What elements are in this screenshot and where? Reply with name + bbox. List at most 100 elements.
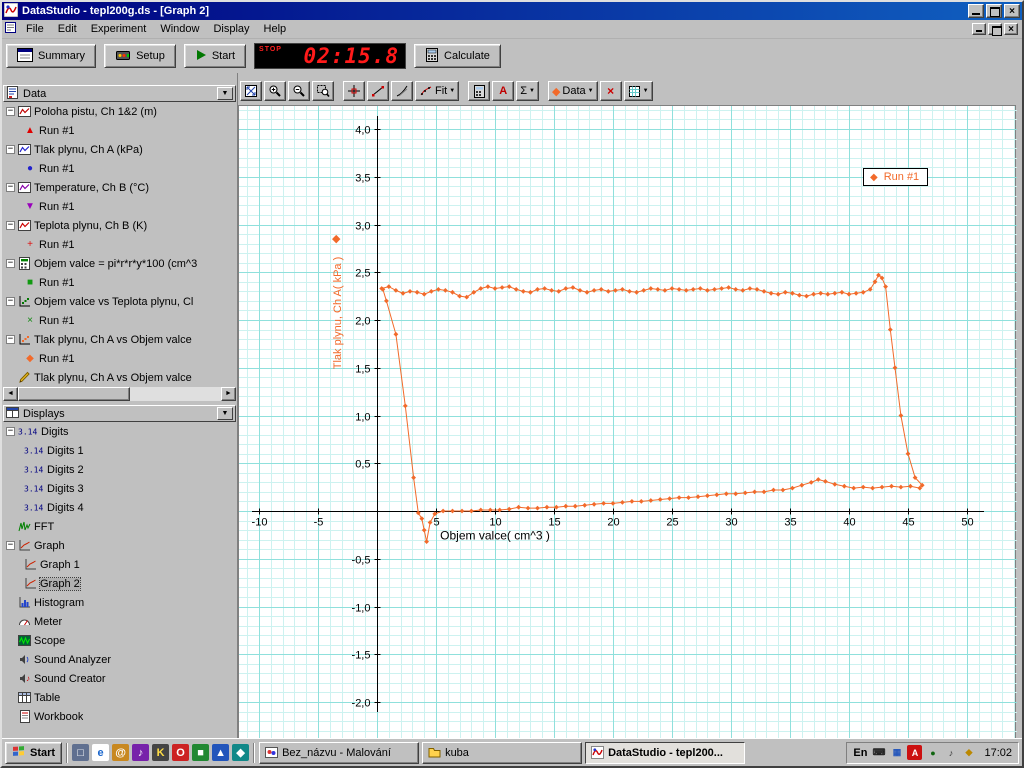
data-source-item[interactable]: − Teplota plynu, Ch B (K) [2,216,237,235]
hscroll-thumb[interactable] [18,387,130,401]
tangent-tool-button[interactable] [391,81,413,101]
display-type-item[interactable]: Scope [2,631,237,650]
data-menu-button[interactable]: ◆ Data ▼ [547,81,598,101]
display-type-item[interactable]: FFT [2,517,237,536]
hscroll-left-button[interactable]: ◄ [3,387,18,401]
quick-launch-media-player-icon[interactable]: ♪ [132,744,150,761]
data-source-item[interactable]: − Tlak plynu, Ch A vs Objem valce [2,330,237,349]
display-type-item[interactable]: − Graph [2,536,237,555]
data-panel-header[interactable]: Data ▼ [3,85,236,102]
keyboard-layout-indicator[interactable]: En [853,747,867,759]
data-source-item[interactable]: − Objem valce = pi*r*r*y*100 (cm^3 [2,254,237,273]
display-instance-item[interactable]: 3.14 Digits 1 [2,441,237,460]
tray-keyboard-icon[interactable]: ⌨ [871,745,887,760]
displays-panel-header[interactable]: Displays ▼ [3,405,236,422]
quick-launch-desktop-icon[interactable]: □ [72,744,90,761]
text-tool-button[interactable]: A [492,81,515,101]
mdi-minimize-button[interactable] [972,23,986,35]
data-source-item[interactable]: − Temperature, Ch B (°C) [2,178,237,197]
collapse-toggle[interactable]: − [6,297,15,306]
data-source-item[interactable]: − Poloha pistu, Ch 1&2 (m) [2,102,237,121]
menu-help[interactable]: Help [257,21,294,37]
display-type-item[interactable]: Meter [2,612,237,631]
run-item[interactable]: + Run #1 [2,235,237,254]
hscroll-right-button[interactable]: ► [221,387,236,401]
display-type-item[interactable]: Workbook [2,707,237,726]
display-type-item[interactable]: ♪ Sound Creator [2,669,237,688]
start-button[interactable]: Start [183,44,247,68]
tray-updates-icon[interactable]: ◆ [961,745,977,760]
smart-tool-button[interactable] [343,81,365,101]
mdi-close-button[interactable]: × [1004,23,1018,35]
display-instance-item[interactable]: 3.14 Digits 3 [2,479,237,498]
data-source-item[interactable]: − Objem valce vs Teplota plynu, Cl [2,292,237,311]
menu-file[interactable]: File [19,21,51,37]
collapse-toggle[interactable]: − [6,145,15,154]
taskbar-clock[interactable]: 17:02 [984,747,1012,759]
task-button[interactable]: DataStudio - tepl200... [585,741,746,764]
task-button[interactable]: kuba [422,741,583,764]
quick-launch-app-blue-icon[interactable]: ▲ [212,744,230,761]
quick-launch-mail-icon[interactable]: @ [112,744,130,761]
hscroll-track[interactable] [18,387,221,401]
graph-plot-area[interactable]: -10 -5 5 10 15 20 25 30 35 40 45 50 4,0 3,5 3,0 2,5 2,0 1… [238,105,1017,738]
collapse-toggle[interactable]: − [6,427,15,436]
mdi-restore-button[interactable] [988,23,1002,36]
zoom-select-button[interactable] [312,81,334,101]
task-button[interactable]: Bez_názvu - Malování [259,741,420,764]
collapse-toggle[interactable]: − [6,183,15,192]
calculate-button[interactable]: Calculate [414,44,501,68]
display-instance-item[interactable]: 3.14 Digits 2 [2,460,237,479]
y-axis-title[interactable]: Tlak plynu, Ch A( kPa ) [332,257,344,370]
data-source-item[interactable]: Tlak plynu, Ch A vs Objem valce [2,368,237,387]
data-source-item[interactable]: − Tlak plynu, Ch A (kPa) [2,140,237,159]
menu-window[interactable]: Window [153,21,206,37]
display-instance-item[interactable]: Graph 2 [2,574,237,593]
tray-scheduler-icon[interactable]: ● [925,745,941,760]
quick-launch-app-green-icon[interactable]: ■ [192,744,210,761]
displays-panel-dropdown[interactable]: ▼ [217,407,233,420]
tray-antivirus-icon[interactable]: A [907,745,923,760]
restore-button[interactable] [986,4,1002,18]
remove-data-button[interactable]: × [599,81,622,101]
quick-launch-app-teal-icon[interactable]: ◆ [232,744,250,761]
tray-volume-icon[interactable]: ♪ [943,745,959,760]
collapse-toggle[interactable]: − [6,541,15,550]
graph-legend[interactable]: ◆ Run #1 [863,168,929,186]
quick-launch-opera-icon[interactable]: O [172,744,190,761]
display-type-item[interactable]: −3.14 Digits [2,422,237,441]
zoom-in-button[interactable] [264,81,286,101]
slope-tool-button[interactable] [367,81,389,101]
statistics-button[interactable]: Σ ▼ [516,81,539,101]
run-item[interactable]: ▼ Run #1 [2,197,237,216]
chart[interactable]: -10 -5 5 10 15 20 25 30 35 40 45 50 4,0 3,5 3,0 2,5 2,0 1… [239,106,1017,738]
menu-edit[interactable]: Edit [51,21,84,37]
run-item[interactable]: ◆ Run #1 [2,349,237,368]
menu-display[interactable]: Display [206,21,256,37]
summary-button[interactable]: Summary [6,44,97,68]
setup-button[interactable]: Setup [104,44,176,68]
quick-launch-keys-icon[interactable]: K [152,744,170,761]
collapse-toggle[interactable]: − [6,259,15,268]
menu-experiment[interactable]: Experiment [84,21,154,37]
display-instance-item[interactable]: Graph 1 [2,555,237,574]
display-type-item[interactable]: Table [2,688,237,707]
collapse-toggle[interactable]: − [6,221,15,230]
display-instance-item[interactable]: 3.14 Digits 4 [2,498,237,517]
display-type-item[interactable]: Sound Analyzer [2,650,237,669]
close-button[interactable]: × [1004,4,1020,18]
fit-menu-button[interactable]: Fit ▼ [415,81,460,101]
graph-settings-button[interactable]: ▼ [623,81,653,101]
run-item[interactable]: ▲ Run #1 [2,121,237,140]
tray-display-icon[interactable]: ▦ [889,745,905,760]
collapse-toggle[interactable]: − [6,107,15,116]
minimize-button[interactable] [968,4,984,18]
graph-calculator-button[interactable] [468,81,491,101]
scale-to-fit-button[interactable] [240,81,262,101]
data-panel-dropdown[interactable]: ▼ [217,87,233,100]
collapse-toggle[interactable]: − [6,335,15,344]
quick-launch-internet-explorer-icon[interactable]: e [92,744,110,761]
run-item[interactable]: ● Run #1 [2,159,237,178]
start-menu-button[interactable]: Start [5,741,63,764]
run-item[interactable]: ■ Run #1 [2,273,237,292]
